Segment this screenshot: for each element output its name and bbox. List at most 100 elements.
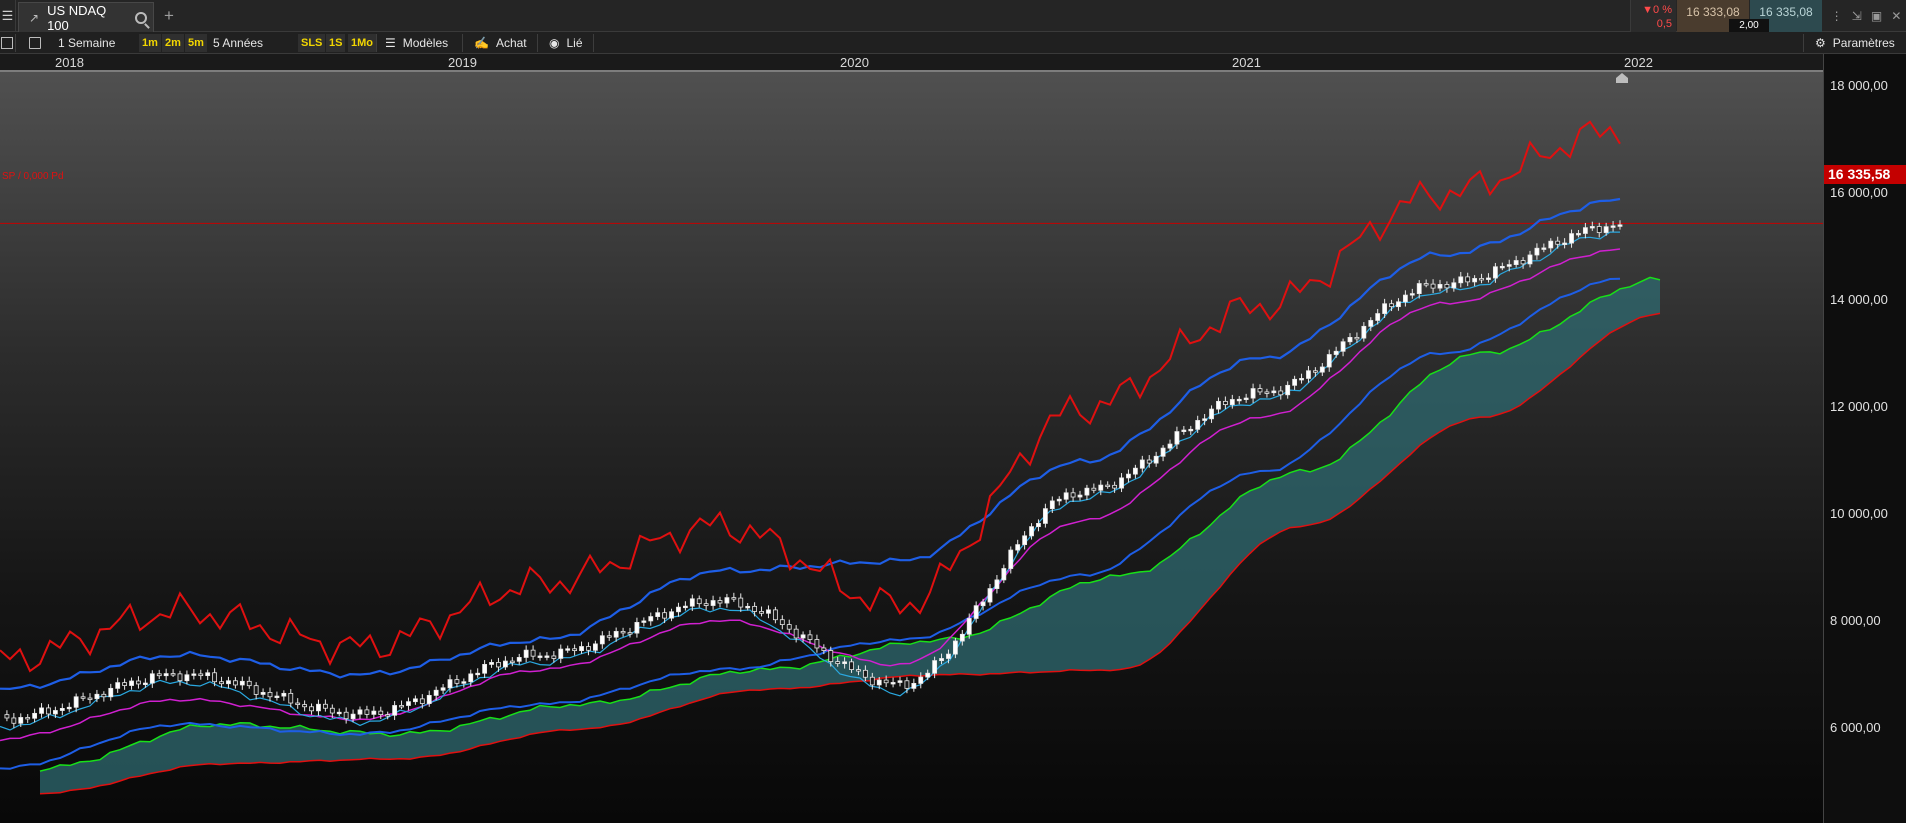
chart-line-icon: ↗ xyxy=(29,10,40,25)
candle-body xyxy=(1548,240,1554,249)
buy-button[interactable]: ✍ Achat xyxy=(474,32,527,54)
candle-body xyxy=(1167,443,1173,449)
minimize-icon[interactable]: ⇲ xyxy=(1852,9,1862,23)
candle-body xyxy=(925,672,931,678)
settings-label: Paramètres xyxy=(1832,36,1895,50)
sls-button[interactable]: SLS xyxy=(298,34,326,52)
candle-body xyxy=(648,616,654,622)
candle-body xyxy=(489,662,494,665)
models-button[interactable]: ☰ Modèles xyxy=(385,32,448,54)
close-icon[interactable]: ✕ xyxy=(1891,9,1901,23)
chart-tab[interactable]: ↗ US NDAQ 100 xyxy=(18,2,154,33)
candle-body xyxy=(288,692,294,704)
candle-body xyxy=(1576,233,1581,236)
candle-body xyxy=(1389,303,1394,308)
candle-body xyxy=(1264,391,1270,394)
candle-body xyxy=(682,605,688,609)
range-select[interactable]: 5 Années xyxy=(213,32,263,54)
candle-body xyxy=(142,682,148,685)
candle-body xyxy=(191,673,197,676)
layout-icon[interactable] xyxy=(29,32,41,54)
candle-body xyxy=(1555,240,1561,245)
candle-body xyxy=(198,673,204,677)
oscillator-line xyxy=(0,120,1621,673)
candle-body xyxy=(779,619,785,625)
candle-body xyxy=(579,646,584,651)
candle-body xyxy=(385,714,391,717)
candle-body xyxy=(1479,278,1484,281)
candle-body xyxy=(904,680,910,689)
candle-body xyxy=(502,660,508,668)
add-tab-icon[interactable]: + xyxy=(164,0,174,32)
candle-body xyxy=(662,612,668,619)
candle-body xyxy=(1195,420,1201,430)
candle-body xyxy=(406,701,411,706)
interval-5m-button[interactable]: 5m xyxy=(185,34,207,52)
current-price-label: 16 335,58 xyxy=(1824,165,1906,184)
candle-body xyxy=(433,689,439,696)
interval-1m-button[interactable]: 1m xyxy=(139,34,161,52)
candle-body xyxy=(1153,455,1159,464)
time-axis[interactable]: 2018 2019 2020 2021 2022 xyxy=(0,54,1823,72)
period-select[interactable]: 1 Semaine xyxy=(58,32,115,54)
one-second-button[interactable]: 1S xyxy=(326,34,346,52)
candle-body xyxy=(994,579,1000,589)
candle-body xyxy=(1126,473,1131,479)
candle-body xyxy=(1513,260,1519,265)
buy-label: Achat xyxy=(495,36,527,50)
candle-body xyxy=(1472,278,1478,283)
window-controls: ⋮ ⇲ ▣ ✕ xyxy=(1826,0,1906,32)
linked-button[interactable]: ◉ Lié xyxy=(549,32,583,54)
y-tick: 16 000,00 xyxy=(1830,185,1888,200)
panel-icon[interactable] xyxy=(0,32,14,54)
candle-body xyxy=(1492,266,1498,279)
candle-body xyxy=(1222,400,1228,406)
candle-body xyxy=(156,673,162,677)
candle-body xyxy=(980,601,986,607)
candle-body xyxy=(322,703,328,709)
candle-body xyxy=(1375,313,1381,321)
candle-body xyxy=(1257,388,1263,393)
candle-body xyxy=(1160,447,1166,457)
candle-body xyxy=(952,640,958,655)
menu-icon[interactable]: ☰ xyxy=(0,0,16,32)
candle-body xyxy=(1216,400,1221,410)
candle-body xyxy=(1029,526,1034,537)
candle-body xyxy=(1451,282,1457,289)
candle-body xyxy=(108,687,114,698)
candle-body xyxy=(620,631,626,634)
linked-label: Lié xyxy=(566,36,583,50)
detach-icon[interactable]: ▣ xyxy=(1871,9,1882,23)
candle-body xyxy=(821,647,827,651)
candle-body xyxy=(260,692,266,695)
more-icon[interactable]: ⋮ xyxy=(1831,9,1843,23)
candle-body xyxy=(419,698,425,704)
candle-body xyxy=(669,611,674,619)
divider xyxy=(462,34,463,52)
candle-body xyxy=(136,680,141,685)
hand-icon: ✍ xyxy=(474,36,489,50)
y-tick: 18 000,00 xyxy=(1830,78,1888,93)
candle-body xyxy=(1299,378,1304,381)
candle-body xyxy=(1070,492,1076,498)
chart-svg xyxy=(0,120,1823,795)
candle-body xyxy=(627,632,633,635)
candle-body xyxy=(1340,341,1346,352)
candle-body xyxy=(364,709,370,715)
candle-body xyxy=(1486,277,1491,280)
interval-2m-button[interactable]: 2m xyxy=(162,34,184,52)
candle-body xyxy=(814,639,820,649)
search-icon[interactable] xyxy=(135,11,147,24)
candle-body xyxy=(1139,459,1145,469)
one-month-button[interactable]: 1Mo xyxy=(348,34,376,52)
today-marker-icon xyxy=(1616,73,1628,83)
candle-body xyxy=(226,680,231,685)
candle-body xyxy=(738,597,744,608)
y-tick: 8 000,00 xyxy=(1830,613,1881,628)
candle-body xyxy=(1361,325,1367,339)
candle-body xyxy=(392,705,398,716)
chart-canvas[interactable] xyxy=(0,72,1823,823)
settings-button[interactable]: ⚙ Paramètres xyxy=(1815,32,1895,54)
spread-value: 2,00 xyxy=(1729,19,1769,32)
candle-body xyxy=(973,605,979,619)
